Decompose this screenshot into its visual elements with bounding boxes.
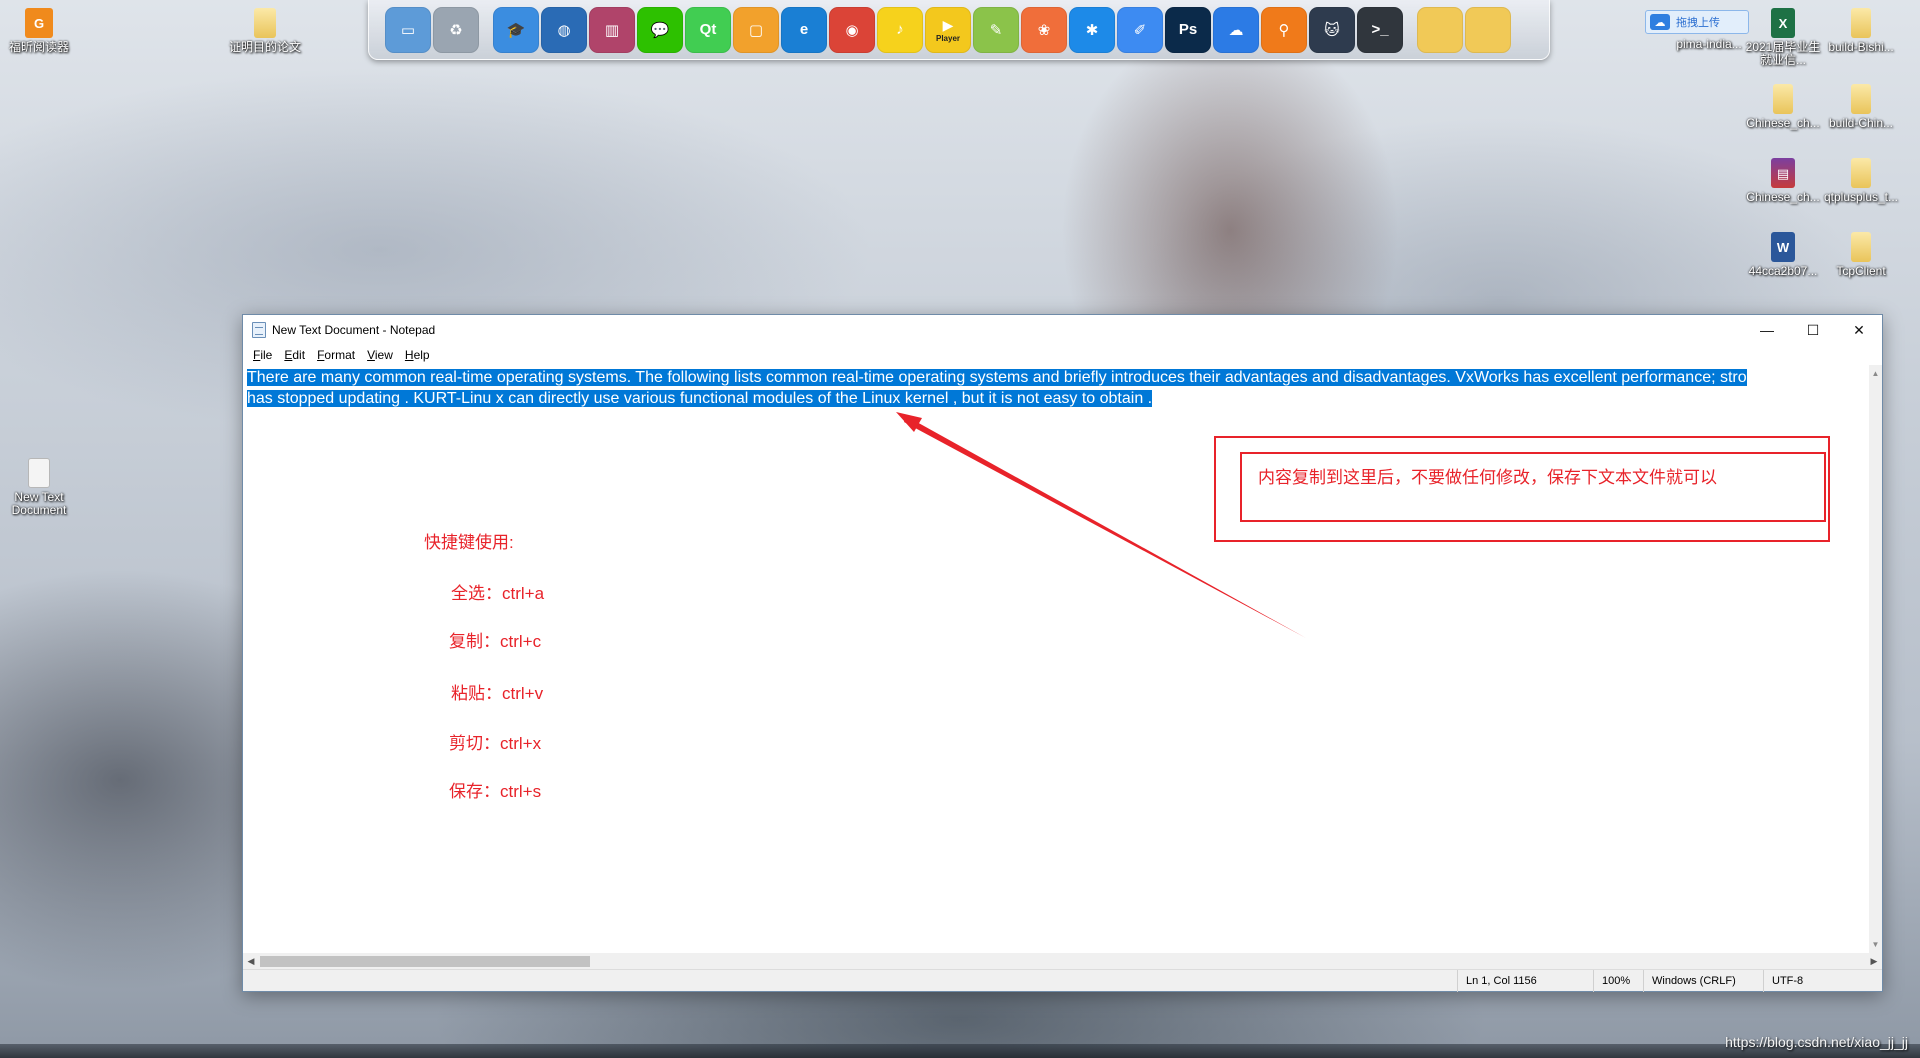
watermark-url: https://blog.csdn.net/xiao_jj_jj <box>1725 1034 1908 1050</box>
annotation-arrow <box>896 412 1306 638</box>
arrow-shaft <box>904 416 1306 638</box>
taskbar <box>0 1044 1920 1058</box>
